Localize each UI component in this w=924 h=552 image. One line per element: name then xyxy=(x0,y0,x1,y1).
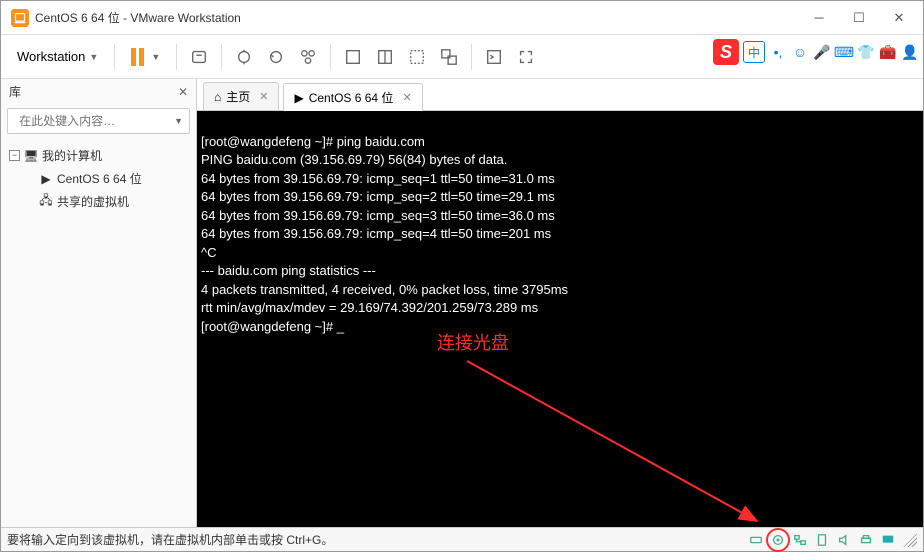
terminal-line: 64 bytes from 39.156.69.79: icmp_seq=3 t… xyxy=(201,208,555,223)
ime-voice-icon[interactable]: 🎤 xyxy=(813,43,831,61)
tab-home[interactable]: ⌂ 主页 ✕ xyxy=(203,82,279,110)
workstation-menu[interactable]: Workstation ▼ xyxy=(9,45,106,68)
console-button[interactable] xyxy=(480,43,508,71)
collapse-icon[interactable]: − xyxy=(9,150,20,161)
titlebar: CentOS 6 64 位 - VMware Workstation ─ ☐ ✕ xyxy=(1,1,923,35)
maximize-button[interactable]: ☐ xyxy=(839,4,879,32)
tree-shared-vms[interactable]: 🖧 共享的虚拟机 xyxy=(5,190,192,213)
ime-keyboard-icon[interactable]: ⌨ xyxy=(835,43,853,61)
tree-label: 我的计算机 xyxy=(42,147,102,164)
tree-root-my-computer[interactable]: − 🖥 我的计算机 xyxy=(5,144,192,167)
chevron-down-icon: ▼ xyxy=(151,52,160,62)
tab-label: 主页 xyxy=(226,88,250,105)
computer-icon: 🖥 xyxy=(24,149,38,163)
tab-close-icon[interactable]: ✕ xyxy=(402,91,411,104)
sidebar-title: 库 xyxy=(9,83,21,100)
snapshot-manage-button[interactable] xyxy=(294,43,322,71)
sound-icon[interactable] xyxy=(834,530,854,550)
network-icon[interactable] xyxy=(790,530,810,550)
vm-console[interactable]: [root@wangdefeng ~]# ping baidu.com PING… xyxy=(197,111,923,527)
ime-skin-icon[interactable]: 👕 xyxy=(857,43,875,61)
window-title: CentOS 6 64 位 - VMware Workstation xyxy=(35,9,241,26)
pause-icon xyxy=(139,48,144,66)
view-single-button[interactable] xyxy=(339,43,367,71)
cd-drive-icon[interactable] xyxy=(768,530,788,550)
terminal-line: [root@wangdefeng ~]# _ xyxy=(201,319,344,334)
terminal-line: ^C xyxy=(201,245,217,260)
terminal-line: 64 bytes from 39.156.69.79: icmp_seq=4 t… xyxy=(201,226,551,241)
ime-punct-icon[interactable]: •, xyxy=(769,43,787,61)
ime-lang-button[interactable]: 中 xyxy=(743,41,765,63)
minimize-button[interactable]: ─ xyxy=(799,4,839,32)
printer-icon[interactable] xyxy=(856,530,876,550)
pause-icon xyxy=(131,48,136,66)
tree-vm-centos[interactable]: ▶ CentOS 6 64 位 xyxy=(5,167,192,190)
search-icon xyxy=(14,114,15,128)
ime-user-icon[interactable]: 👤 xyxy=(901,43,919,61)
terminal-line: 4 packets transmitted, 4 received, 0% pa… xyxy=(201,282,568,297)
hdd-icon[interactable] xyxy=(746,530,766,550)
view-unity-button[interactable] xyxy=(435,43,463,71)
vm-icon: ▶ xyxy=(294,91,303,105)
tree-label: 共享的虚拟机 xyxy=(57,193,129,210)
search-input[interactable] xyxy=(19,114,174,128)
tab-bar: ⌂ 主页 ✕ ▶ CentOS 6 64 位 ✕ xyxy=(197,79,923,111)
chevron-down-icon: ▼ xyxy=(174,116,183,126)
terminal-line: [root@wangdefeng ~]# ping baidu.com xyxy=(201,134,425,149)
status-hint: 要将输入定向到该虚拟机，请在虚拟机内部单击或按 Ctrl+G。 xyxy=(7,531,333,548)
tab-label: CentOS 6 64 位 xyxy=(309,89,394,106)
tab-vm-centos[interactable]: ▶ CentOS 6 64 位 ✕ xyxy=(283,83,422,111)
terminal-line: rtt min/avg/max/mdev = 29.169/74.392/201… xyxy=(201,300,538,315)
library-sidebar: 库 ✕ ▼ − 🖥 我的计算机 ▶ CentOS 6 64 位 🖧 共享的虚拟机 xyxy=(1,79,197,527)
ime-toolbar: S 中 •, ☺ 🎤 ⌨ 👕 🧰 👤 xyxy=(713,39,919,65)
shared-icon: 🖧 xyxy=(39,195,53,209)
sidebar-search[interactable]: ▼ xyxy=(7,108,190,134)
fullscreen-button[interactable] xyxy=(512,43,540,71)
close-button[interactable]: ✕ xyxy=(879,4,919,32)
terminal-line: --- baidu.com ping statistics --- xyxy=(201,263,376,278)
suspend-button[interactable]: ▼ xyxy=(123,48,168,66)
sidebar-close-icon[interactable]: ✕ xyxy=(178,85,188,99)
usb-icon[interactable] xyxy=(812,530,832,550)
ime-tool-icon[interactable]: 🧰 xyxy=(879,43,897,61)
ime-emoji-icon[interactable]: ☺ xyxy=(791,43,809,61)
display-icon[interactable] xyxy=(878,530,898,550)
view-fit-button[interactable] xyxy=(403,43,431,71)
vm-icon: ▶ xyxy=(39,172,53,186)
vmware-app-icon xyxy=(11,9,29,27)
chevron-down-icon: ▼ xyxy=(89,52,98,62)
tab-close-icon[interactable]: ✕ xyxy=(259,90,268,103)
terminal-line: PING baidu.com (39.156.69.79) 56(84) byt… xyxy=(201,152,507,167)
snapshot-button[interactable] xyxy=(230,43,258,71)
annotation-label: 连接光盘 xyxy=(437,331,509,355)
tree-label: CentOS 6 64 位 xyxy=(57,170,142,187)
status-bar: 要将输入定向到该虚拟机，请在虚拟机内部单击或按 Ctrl+G。 xyxy=(1,527,923,551)
toolbar: Workstation ▼ ▼ S 中 •, ☺ 🎤 ⌨ 👕 🧰 👤 xyxy=(1,35,923,79)
annotation-arrow xyxy=(457,351,777,527)
sogou-ime-icon[interactable]: S xyxy=(713,39,739,65)
view-split-button[interactable] xyxy=(371,43,399,71)
snapshot-revert-button[interactable] xyxy=(262,43,290,71)
home-icon: ⌂ xyxy=(214,90,221,104)
resize-grip[interactable] xyxy=(903,533,917,547)
terminal-line: 64 bytes from 39.156.69.79: icmp_seq=2 t… xyxy=(201,189,555,204)
send-cad-button[interactable] xyxy=(185,43,213,71)
terminal-line: 64 bytes from 39.156.69.79: icmp_seq=1 t… xyxy=(201,171,555,186)
workstation-menu-label: Workstation xyxy=(17,49,85,64)
